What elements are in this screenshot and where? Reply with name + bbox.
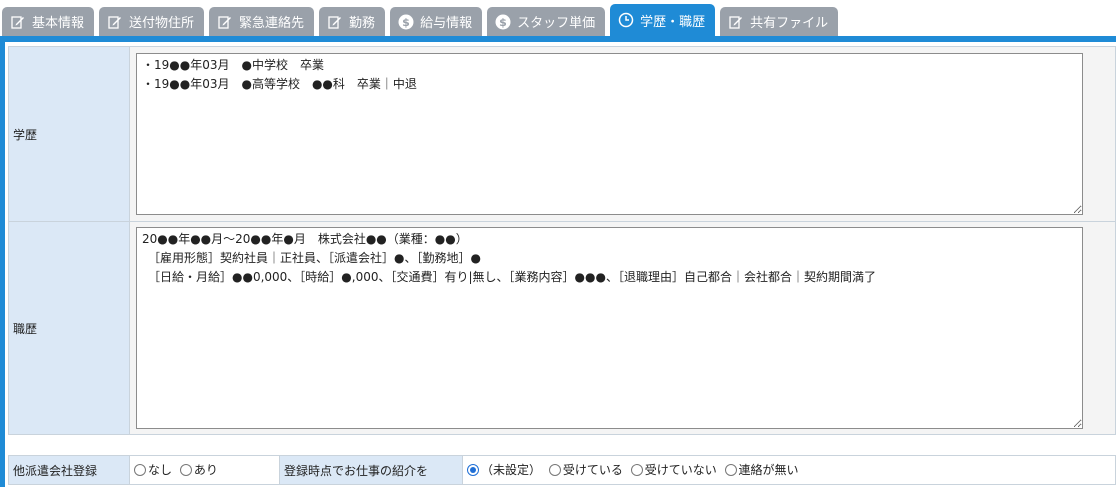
radio-label: 連絡が無い: [738, 463, 799, 478]
tab-staff-rate[interactable]: $ スタッフ単価: [487, 7, 606, 36]
radio-circle[interactable]: [134, 463, 146, 476]
job-intro-label: 登録時点でお仕事の紹介を: [279, 455, 463, 485]
education-label: 学歴: [8, 46, 130, 222]
radio-job-intro-no-contact[interactable]: 連絡が無い: [724, 461, 799, 478]
edit-icon: [327, 14, 343, 30]
radio-circle[interactable]: [724, 463, 737, 476]
radio-job-intro-not-receiving[interactable]: 受けていない: [630, 461, 717, 478]
edit-icon: [728, 14, 744, 30]
radio-label: あり: [193, 463, 218, 478]
clock-icon: [618, 12, 634, 28]
radio-label: 受けている: [562, 463, 623, 478]
radio-circle[interactable]: [630, 463, 643, 476]
education-field-cell: ・19●●年03月 ●中学校 卒業 ・19●●年03月 ●高等学校 ●●科 卒業…: [129, 46, 1116, 222]
tab-education-career[interactable]: 学歴・職歴: [610, 4, 716, 36]
tab-shared-files[interactable]: 共有ファイル: [720, 7, 839, 36]
edit-icon: [217, 14, 233, 30]
history-form: 学歴 ・19●●年03月 ●中学校 卒業 ・19●●年03月 ●高等学校 ●●科…: [8, 46, 1116, 435]
tab-emergency-contact[interactable]: 緊急連絡先: [209, 7, 315, 36]
svg-text:$: $: [402, 16, 410, 29]
tab-bar: 基本情報 送付物住所 緊急連絡先 勤務 $ 給与情報 $ スタッフ単価 学歴・職…: [0, 0, 1116, 36]
career-label: 職歴: [8, 221, 130, 435]
radio-label: （未設定）: [481, 463, 542, 478]
education-textarea[interactable]: ・19●●年03月 ●中学校 卒業 ・19●●年03月 ●高等学校 ●●科 卒業…: [136, 53, 1083, 215]
radio-circle-selected[interactable]: [467, 463, 479, 476]
tab-label: 学歴・職歴: [640, 14, 706, 30]
tab-label: 緊急連絡先: [239, 16, 305, 31]
radio-other-agency-none[interactable]: なし: [134, 461, 172, 478]
radio-label: 受けていない: [644, 463, 717, 478]
other-agency-label: 他派遣会社登録: [8, 455, 130, 485]
tab-label: 共有ファイル: [750, 16, 829, 31]
education-row: 学歴 ・19●●年03月 ●中学校 卒業 ・19●●年03月 ●高等学校 ●●科…: [8, 46, 1116, 222]
tab-label: 勤務: [349, 16, 376, 31]
radio-other-agency-yes[interactable]: あり: [179, 461, 218, 478]
radio-circle[interactable]: [179, 463, 192, 476]
radio-job-intro-unset[interactable]: （未設定）: [467, 461, 541, 478]
edit-icon: [10, 14, 26, 30]
tab-label: 給与情報: [420, 16, 473, 31]
edit-icon: [107, 14, 123, 30]
career-textarea[interactable]: 20●●年●●月～20●●年●月 株式会社●●（業種：●●） ［雇用形態］契約社…: [136, 227, 1083, 429]
dollar-icon: $: [398, 14, 414, 30]
tab-basic-info[interactable]: 基本情報: [2, 7, 95, 36]
career-field-cell: 20●●年●●月～20●●年●月 株式会社●●（業種：●●） ［雇用形態］契約社…: [129, 221, 1116, 435]
tab-label: スタッフ単価: [517, 16, 596, 31]
radio-job-intro-receiving[interactable]: 受けている: [548, 461, 623, 478]
tab-label: 送付物住所: [129, 16, 195, 31]
dollar-icon: $: [495, 14, 511, 30]
radio-label: なし: [148, 463, 173, 478]
registration-row: 他派遣会社登録 なし あり 登録時点でお仕事の紹介を （未設定） 受けている 受…: [8, 455, 1116, 485]
tab-salary-info[interactable]: $ 給与情報: [390, 7, 483, 36]
tab-label: 基本情報: [32, 16, 85, 31]
tab-mailing-address[interactable]: 送付物住所: [99, 7, 205, 36]
radio-circle[interactable]: [548, 463, 561, 476]
other-agency-options: なし あり: [129, 455, 280, 485]
career-row: 職歴 20●●年●●月～20●●年●月 株式会社●●（業種：●●） ［雇用形態］…: [8, 221, 1116, 435]
job-intro-options: （未設定） 受けている 受けていない 連絡が無い: [462, 455, 1116, 485]
tab-work[interactable]: 勤務: [319, 7, 386, 36]
svg-text:$: $: [499, 16, 507, 29]
